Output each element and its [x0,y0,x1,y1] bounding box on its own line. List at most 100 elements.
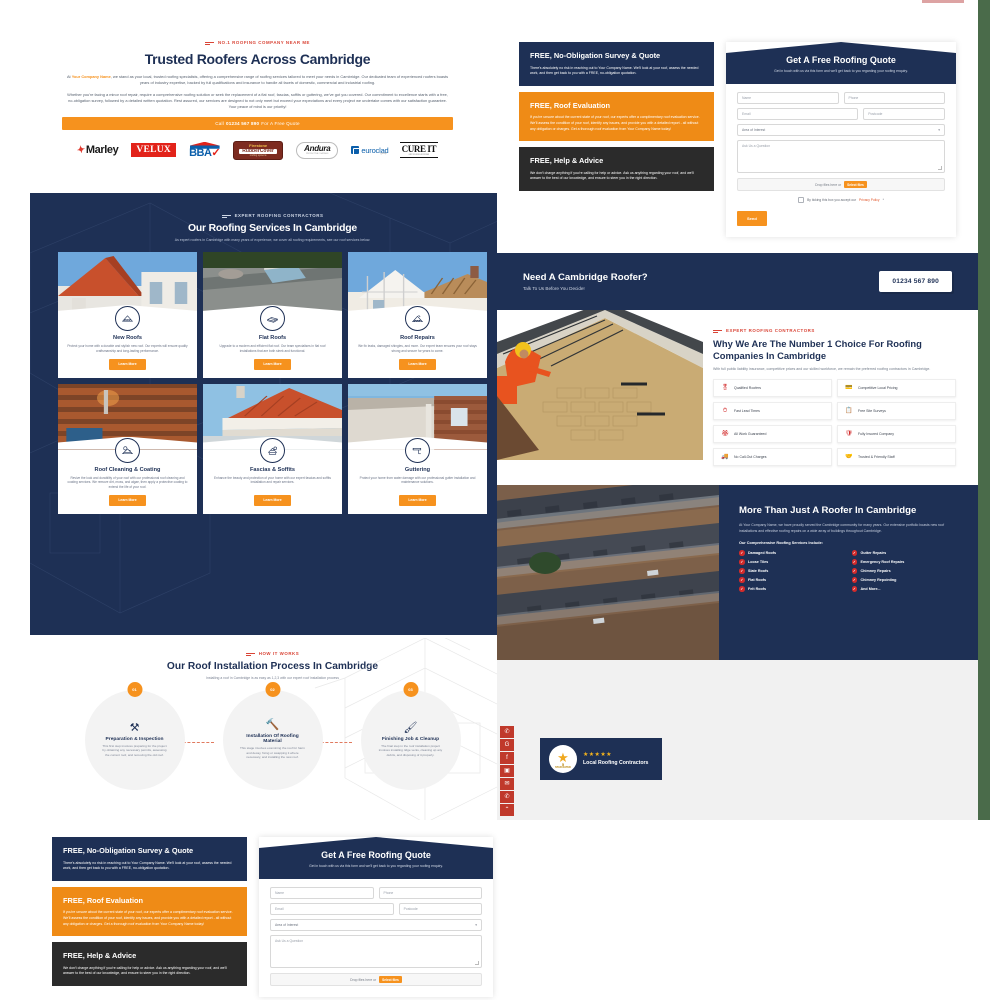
hero-eyebrow-label: NO.1 ROOFING COMPANY NEAR ME [217,40,311,45]
privacy-policy-link[interactable]: Privacy Policy [859,198,880,202]
check-icon: ✓ [851,550,857,556]
service-card[interactable]: Roof Cleaning & Coating Revive the look … [58,383,197,514]
instagram-icon[interactable]: ▣ [500,765,514,777]
google-icon[interactable]: G [500,739,514,751]
why-feature-grid: 🎖 Qualified Roofers 💳 Competitive Local Pr… [713,379,956,467]
why-feature-item: 🛡 Fully Insured Company [837,425,956,444]
cta-phone-button[interactable]: 01234 567 890 [879,271,952,293]
quote-card-title: FREE, Help & Advice [530,156,604,166]
privacy-checkbox[interactable] [798,197,805,204]
service-desc: Protect your home with a durable and sty… [67,344,188,353]
service-card[interactable]: New Roofs Protect your home with a durab… [58,252,197,378]
select-files-button[interactable]: Select files [844,181,867,189]
dash-icon [245,652,255,656]
check-icon: ✓ [739,577,745,583]
dropzone-label: Drop files here or [350,977,377,982]
van-icon: 🚚 [721,454,729,461]
quote-form-bottom: Get A Free Roofing Quote Get in touch wi… [259,837,493,998]
file-dropzone[interactable]: Drop files here or Select files [737,178,945,192]
hero-cta-prefix: Call [215,121,224,127]
postcode-input[interactable]: Postcode [863,108,945,121]
quote-card-help: FREE, Help & Advice We don't charge anyt… [52,942,247,987]
service-name: New Roofs [113,335,142,341]
privacy-consent-row[interactable]: By ticking this box you accept our Priva… [737,197,945,204]
logo-marley: ✦ Marley [75,144,119,157]
name-input[interactable]: Name [270,887,374,900]
scroll-top-icon[interactable]: ⌃ [500,804,514,816]
area-of-interest-value: Area of Interest [275,923,299,928]
quote-card-evaluation: FREE, Roof Evaluation If you're unsure a… [519,91,714,142]
list-item-label: Chimney Repairs [860,569,891,574]
quote-section-bottom: FREE, No-Obligation Survey & Quote There… [30,823,515,1000]
hero-p1-post: , we stand as your local, trusted roofin… [110,74,449,86]
check-icon: ✓ [739,559,745,565]
service-learn-more-button[interactable]: Learn More [399,494,436,506]
process-step: 03 🖌 Finishing Job & Cleanup The final s… [360,682,461,790]
service-learn-more-button[interactable]: Learn More [254,494,291,506]
logo-andura: Andura PROTECTIVE COATINGS [296,141,339,159]
postcode-input[interactable]: Postcode [398,903,482,916]
quote-card-survey: FREE, No-Obligation Survey & Quote There… [52,837,247,881]
name-input[interactable]: Name [737,92,839,105]
why-feature-label: No Call-Out Charges [734,455,767,460]
email-input[interactable]: Email [737,108,859,121]
check-icon: ✓ [739,550,745,556]
check-icon: ✓ [851,568,857,574]
why-feature-item: 🎖 Qualified Roofers [713,379,832,398]
quote-form-header: Get A Free Roofing Quote Get in touch wi… [726,42,956,85]
roof-cleaning-icon [115,437,140,463]
area-of-interest-select[interactable]: Area of Interest ▾ [737,124,945,137]
hero-cta-suffix: For A Free Quote [261,121,300,127]
process-step-number: 02 [265,682,280,697]
handshake-icon: 🤝 [845,454,853,461]
email-icon[interactable]: ✉ [500,778,514,790]
service-card[interactable]: Fascias & Soffits Enhance the beauty and… [203,383,342,514]
why-choose-section: EXPERT ROOFING CONTRACTORS Why We Are Th… [497,310,978,486]
service-card[interactable]: Roof Repairs We fix leaks, damaged shing… [348,252,487,378]
service-card[interactable]: Guttering Protect your home from water d… [348,383,487,514]
why-eyebrow: EXPERT ROOFING CONTRACTORS [713,328,956,333]
facebook-icon[interactable]: f [500,752,514,764]
send-button[interactable]: Send [737,211,767,227]
whatsapp-icon[interactable]: ✆ [500,726,514,738]
logo-firestone-rubbercover: Firestone RubberCover roofing systems [233,140,284,160]
service-learn-more-button[interactable]: Learn More [109,494,146,506]
hero-call-cta[interactable]: Call 01234 567 890 For A Free Quote [62,117,453,131]
service-learn-more-button[interactable]: Learn More [109,358,146,370]
stopwatch-icon: ⏱ [722,408,728,415]
area-of-interest-select[interactable]: Area of Interest ▾ [270,919,482,932]
list-item: ✓ Slate Roofs [739,568,846,574]
roof-repair-icon [405,306,430,331]
select-files-button[interactable]: Select files [379,976,402,984]
brush-icon: 🖌 [403,721,418,734]
list-item: ✓ Chimney Repointing [851,577,959,583]
why-subtitle: With full public liability insurance, co… [713,366,931,371]
list-item-label: Felt Roofs [748,587,767,592]
right-content-sheet: FREE, No-Obligation Survey & Quote There… [497,24,978,661]
process-step-name: Preparation & Inspection [105,736,164,742]
hero-paragraph-2: Whether you're facing a minor roof repai… [67,92,448,110]
phone-input[interactable]: Phone [378,887,482,900]
question-textarea[interactable]: Ask Us a Question [737,140,945,174]
question-textarea[interactable]: Ask Us a Question [270,935,482,969]
service-desc: Enhance the beauty and protection of you… [214,475,331,485]
service-learn-more-button[interactable]: Learn More [254,358,291,370]
why-feature-label: Qualified Roofers [734,386,762,391]
phone-icon[interactable]: ✆ [500,791,514,803]
quote-form-subtitle: Get in touch with us via this form and w… [774,69,908,73]
more-body-text: At Your Company Name, we have proudly se… [739,523,945,533]
social-rail: ✆ G f ▣ ✉ ✆ ⌃ [500,726,514,816]
quote-form-subtitle: Get in touch with us via this form and w… [309,864,443,868]
email-input[interactable]: Email [270,903,394,916]
service-learn-more-button[interactable]: Learn More [399,358,436,370]
phone-input[interactable]: Phone [843,92,945,105]
quote-card-help: FREE, Help & Advice We don't charge anyt… [519,147,714,192]
quote-form-title: Get A Free Roofing Quote [321,850,431,860]
list-item: ✓ Emergency Roof Repairs [851,559,959,565]
hero-company-name[interactable]: Your Company Name [72,74,111,79]
file-dropzone[interactable]: Drop files here or Select files [270,973,482,987]
service-card[interactable]: Flat Roofs Upgrade to a modern and effic… [203,252,342,378]
seal-label: 5 STAR RATED [549,762,577,770]
review-badge: ★ 5 STAR RATED ★★★★★ Local Roofing Contra… [540,738,662,780]
why-feature-item: 🏵 All Work Guaranteed [713,425,832,444]
